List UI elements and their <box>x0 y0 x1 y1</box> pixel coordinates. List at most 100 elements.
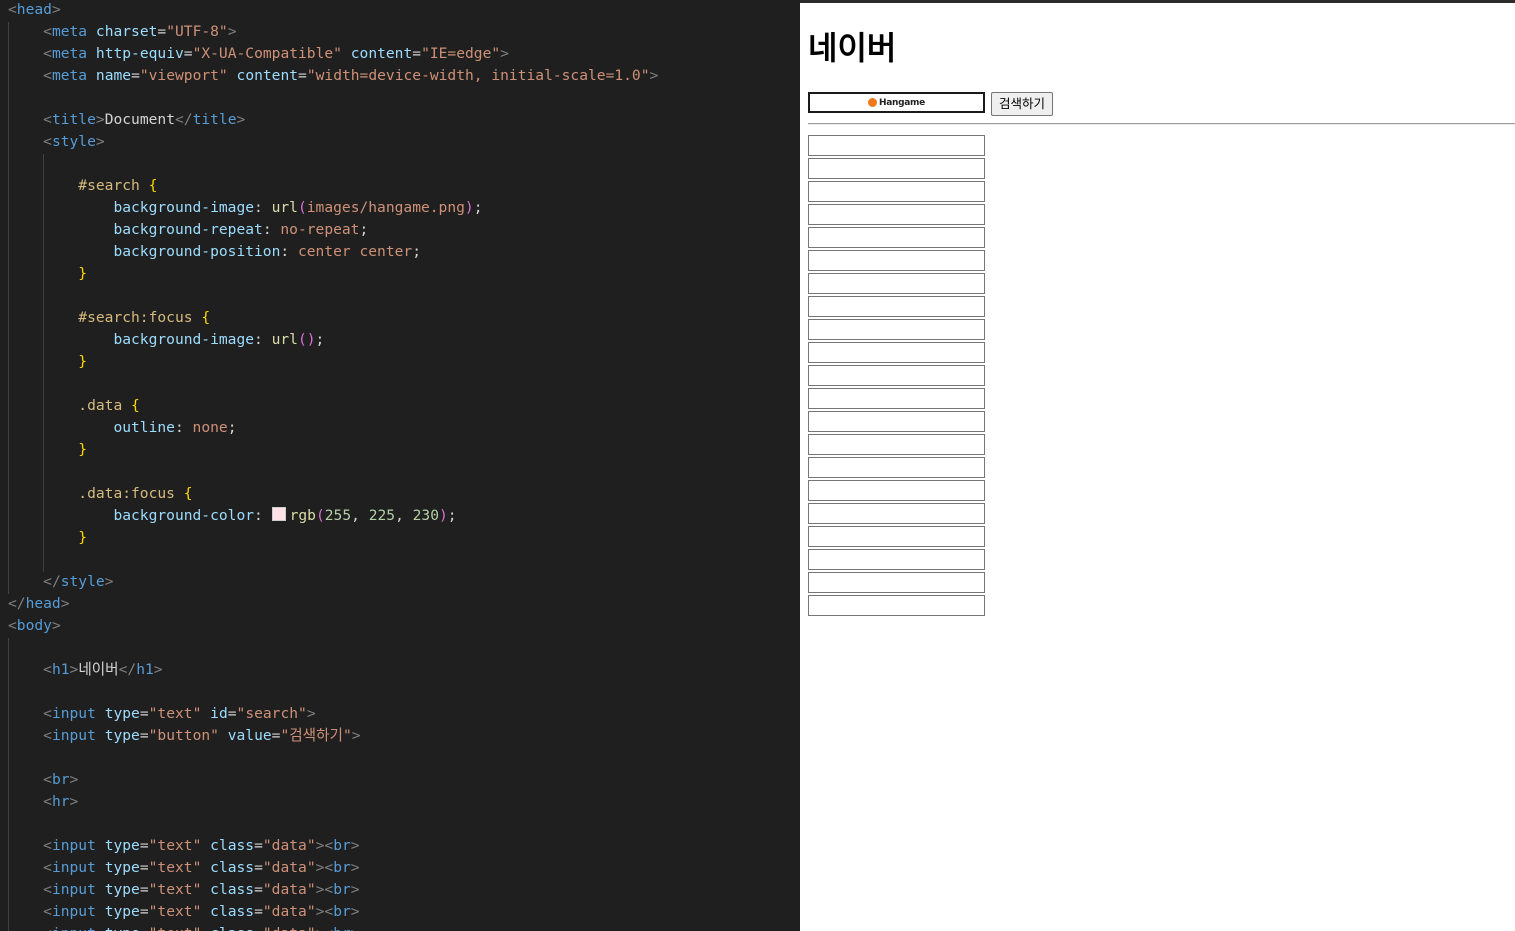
code-token: > <box>104 573 114 590</box>
code-token: url <box>271 331 298 348</box>
code-token: input <box>51 903 96 920</box>
code-token: "data" <box>263 925 316 931</box>
code-token: hr <box>51 793 70 810</box>
code-token: input <box>51 727 96 744</box>
code-token: = <box>139 903 149 920</box>
code-token: : <box>254 331 272 348</box>
code-token: "data" <box>262 859 316 876</box>
code-editor[interactable]: <head> <meta charset="UTF-8"> <meta http… <box>0 0 800 931</box>
search-button[interactable]: 검색하기 <box>991 92 1054 116</box>
code-token: type <box>104 705 140 722</box>
code-token: type <box>104 881 140 898</box>
code-token: > <box>95 111 105 128</box>
code-token: "button" <box>148 727 219 744</box>
code-token: "X-UA-Compatible" <box>192 45 342 62</box>
code-token: ; <box>315 331 325 348</box>
code-token: , <box>351 507 369 524</box>
code-token: "IE=edge" <box>421 45 501 62</box>
data-input[interactable] <box>808 250 985 271</box>
code-line: <input type="text" class="data"><br> <box>8 901 360 923</box>
data-input[interactable] <box>808 526 985 547</box>
data-input[interactable] <box>808 434 985 455</box>
data-input[interactable] <box>808 549 985 570</box>
code-token: < <box>43 837 52 854</box>
code-token: < <box>43 133 52 150</box>
code-token: Document <box>104 111 175 128</box>
data-input[interactable] <box>808 365 985 386</box>
code-token: > <box>350 903 360 920</box>
code-token: < <box>43 23 52 40</box>
code-token: < <box>43 661 52 678</box>
code-token: "text" <box>148 705 202 722</box>
data-input[interactable] <box>808 572 985 593</box>
data-input[interactable] <box>808 342 985 363</box>
code-token: http-equiv <box>95 45 184 62</box>
code-line: <hr> <box>8 791 78 813</box>
code-token: > <box>51 1 61 18</box>
data-input[interactable] <box>808 595 985 616</box>
code-token: ) <box>464 199 474 216</box>
code-line: <input type="button" value="검색하기"> <box>8 725 360 747</box>
code-token: : <box>254 199 272 216</box>
hangame-logo-icon <box>868 98 878 107</box>
data-input[interactable] <box>808 296 985 317</box>
code-token: "text" <box>149 925 202 931</box>
code-token: name <box>95 67 132 84</box>
data-input[interactable] <box>808 388 985 409</box>
code-token: < <box>43 771 52 788</box>
code-token: > <box>350 859 360 876</box>
code-token: > <box>69 771 79 788</box>
code-token: = <box>139 881 149 898</box>
code-token: head <box>16 1 52 18</box>
data-input[interactable] <box>808 503 985 524</box>
code-token: title <box>51 111 96 128</box>
code-line: #search:focus { <box>8 307 210 329</box>
data-input[interactable] <box>808 457 985 478</box>
code-token: h1 <box>51 661 70 678</box>
code-token: title <box>192 111 237 128</box>
data-input[interactable] <box>808 181 985 202</box>
code-token: outline <box>113 419 175 436</box>
code-token: } <box>78 441 88 458</box>
data-input[interactable] <box>808 411 985 432</box>
data-input[interactable] <box>808 158 985 179</box>
data-input[interactable] <box>808 227 985 248</box>
code-line: background-image: url(); <box>8 329 324 351</box>
data-input[interactable] <box>808 204 985 225</box>
data-input[interactable] <box>808 135 985 156</box>
search-input[interactable]: Hangame <box>808 92 985 113</box>
code-token: < <box>43 793 52 810</box>
data-input[interactable] <box>808 273 985 294</box>
code-token: type <box>104 903 140 920</box>
data-input[interactable] <box>808 319 985 340</box>
code-token: "width=device-width, initial-scale=1.0" <box>306 67 650 84</box>
data-input[interactable] <box>808 480 985 501</box>
code-token: "search" <box>236 705 307 722</box>
code-token: 230 <box>412 507 439 524</box>
code-token: > <box>69 661 79 678</box>
code-token: < <box>43 881 52 898</box>
code-token: = <box>412 45 422 62</box>
code-token: ; <box>473 199 483 216</box>
code-token: none <box>192 419 228 436</box>
code-token: "data" <box>262 837 316 854</box>
code-token: = <box>140 925 149 931</box>
